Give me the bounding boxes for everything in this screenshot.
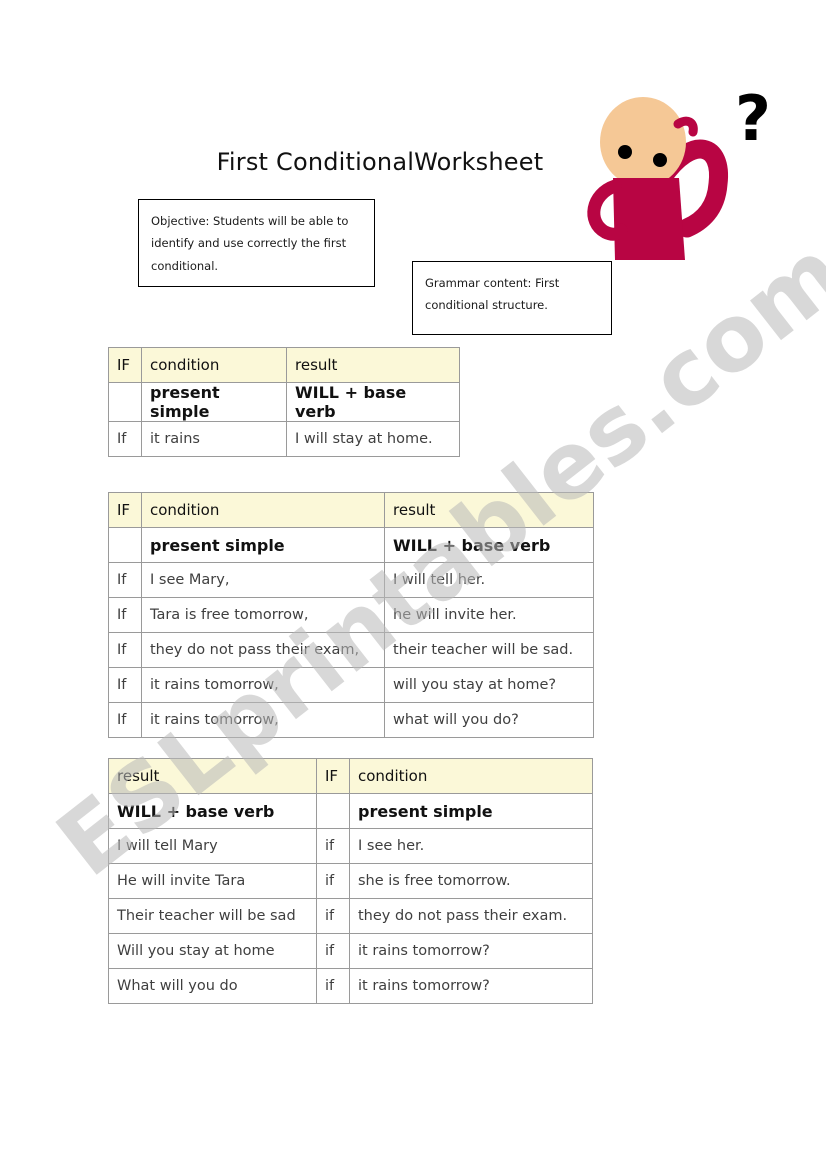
cell-if: If: [108, 597, 142, 633]
header-cell-condition: condition: [141, 347, 287, 383]
formula-cell-condition: present simple: [349, 793, 593, 829]
table-row: If it rains I will stay at home.: [108, 421, 460, 457]
formula-cell-if: [316, 793, 350, 829]
header-cell-if: IF: [108, 347, 142, 383]
torso-shape: [613, 178, 685, 260]
cell-if: If: [108, 702, 142, 738]
conditional-table-1: IF condition result present simple WILL …: [108, 347, 460, 457]
cell-if: if: [316, 968, 350, 1004]
cell-result: will you stay at home?: [384, 667, 594, 703]
cell-condition: it rains tomorrow,: [141, 702, 385, 738]
cell-result: Will you stay at home: [108, 933, 317, 969]
cell-condition: I see Mary,: [141, 562, 385, 598]
header-cell-if: IF: [316, 758, 350, 794]
cell-condition: I see her.: [349, 828, 593, 864]
formula-cell-result: WILL + base verb: [108, 793, 317, 829]
cell-if: If: [108, 667, 142, 703]
cell-if: if: [316, 828, 350, 864]
header-cell-result: result: [384, 492, 594, 528]
worksheet-page: First ConditionalWorksheet ? Objective: …: [0, 0, 826, 1169]
cell-if: if: [316, 898, 350, 934]
cell-result: he will invite her.: [384, 597, 594, 633]
formula-cell-result: WILL + base verb: [384, 527, 594, 563]
head-shape: [600, 97, 686, 187]
header-cell-result: result: [108, 758, 317, 794]
cell-result: what will you do?: [384, 702, 594, 738]
table-row: If Tara is free tomorrow, he will invite…: [108, 597, 594, 633]
table-row: Their teacher will be sad if they do not…: [108, 898, 593, 934]
table-header-row: result IF condition: [108, 758, 593, 794]
formula-cell-if: [108, 382, 142, 422]
table-formula-row: present simple WILL + base verb: [108, 527, 594, 563]
cell-result: I will stay at home.: [286, 421, 460, 457]
conditional-table-3: result IF condition WILL + base verb pre…: [108, 758, 593, 1004]
formula-cell-condition: present simple: [141, 527, 385, 563]
formula-cell-condition: present simple: [141, 382, 287, 422]
cell-if: if: [316, 933, 350, 969]
cell-if: If: [108, 421, 142, 457]
formula-cell-if: [108, 527, 142, 563]
table-row: If I see Mary, I will tell her.: [108, 562, 594, 598]
cell-condition: she is free tomorrow.: [349, 863, 593, 899]
formula-cell-result: WILL + base verb: [286, 382, 460, 422]
question-mark-icon: ?: [735, 82, 771, 155]
thinking-person-illustration: ?: [575, 82, 790, 262]
grammar-content-box: Grammar content: First conditional struc…: [412, 261, 612, 335]
cell-result: I will tell Mary: [108, 828, 317, 864]
cell-condition: they do not pass their exam.: [349, 898, 593, 934]
header-cell-result: result: [286, 347, 460, 383]
table-header-row: IF condition result: [108, 492, 594, 528]
table-row: If it rains tomorrow, will you stay at h…: [108, 667, 594, 703]
cell-if: If: [108, 562, 142, 598]
cell-if: if: [316, 863, 350, 899]
left-eye-icon: [618, 145, 632, 159]
cell-condition: they do not pass their exam,: [141, 632, 385, 668]
objective-box: Objective: Students will be able to iden…: [138, 199, 375, 287]
cell-result: their teacher will be sad.: [384, 632, 594, 668]
cell-result: I will tell her.: [384, 562, 594, 598]
table-row: What will you do if it rains tomorrow?: [108, 968, 593, 1004]
cell-result: What will you do: [108, 968, 317, 1004]
cell-result: Their teacher will be sad: [108, 898, 317, 934]
cell-condition: Tara is free tomorrow,: [141, 597, 385, 633]
table-row: Will you stay at home if it rains tomorr…: [108, 933, 593, 969]
table-formula-row: WILL + base verb present simple: [108, 793, 593, 829]
cell-result: He will invite Tara: [108, 863, 317, 899]
table-formula-row: present simple WILL + base verb: [108, 382, 460, 422]
conditional-table-2: IF condition result present simple WILL …: [108, 492, 594, 738]
cell-condition: it rains tomorrow,: [141, 667, 385, 703]
cell-condition: it rains: [141, 421, 287, 457]
table-row: If it rains tomorrow, what will you do?: [108, 702, 594, 738]
table-row: I will tell Mary if I see her.: [108, 828, 593, 864]
right-eye-icon: [653, 153, 667, 167]
header-cell-condition: condition: [349, 758, 593, 794]
header-cell-condition: condition: [141, 492, 385, 528]
cell-condition: it rains tomorrow?: [349, 933, 593, 969]
cell-condition: it rains tomorrow?: [349, 968, 593, 1004]
table-row: If they do not pass their exam, their te…: [108, 632, 594, 668]
table-row: He will invite Tara if she is free tomor…: [108, 863, 593, 899]
header-cell-if: IF: [108, 492, 142, 528]
table-header-row: IF condition result: [108, 347, 460, 383]
cell-if: If: [108, 632, 142, 668]
